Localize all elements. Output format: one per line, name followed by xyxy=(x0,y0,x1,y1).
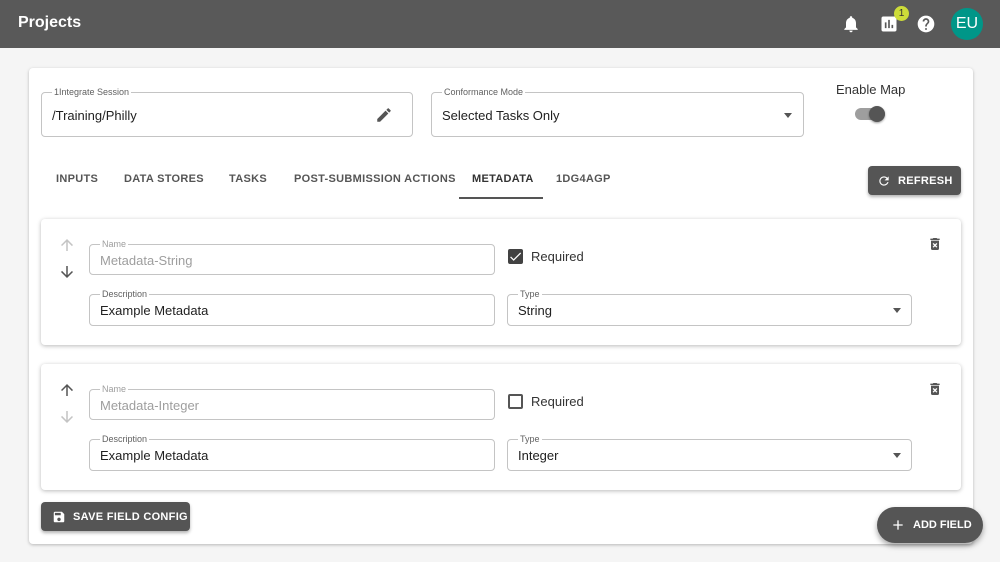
save-field-config-label: SAVE FIELD CONFIG xyxy=(73,510,188,523)
description-label: Description xyxy=(100,289,150,300)
refresh-icon xyxy=(879,175,889,186)
check-icon xyxy=(510,252,522,261)
description-field[interactable]: Description Example Metadata xyxy=(89,434,495,471)
name-value: Metadata-String xyxy=(100,253,193,268)
arrow-down-icon[interactable] xyxy=(58,263,76,281)
tab-inputs[interactable]: INPUTS xyxy=(56,173,98,185)
enable-map-toggle[interactable] xyxy=(855,105,887,123)
arrow-up-icon[interactable] xyxy=(58,381,76,399)
required-checkbox[interactable] xyxy=(508,394,523,409)
type-value: Integer xyxy=(518,448,559,463)
plus-icon xyxy=(893,520,903,530)
type-label: Type xyxy=(518,434,542,445)
metadata-field-card: Name Metadata-String Required Descriptio… xyxy=(41,219,961,345)
session-label: 1Integrate Session xyxy=(52,87,132,98)
enable-map-label: Enable Map xyxy=(836,82,906,97)
name-field: Name Metadata-String xyxy=(89,239,495,275)
type-select[interactable]: Type String xyxy=(507,289,912,326)
tab-1dg4agp[interactable]: 1DG4AGP xyxy=(556,173,611,185)
delete-icon[interactable] xyxy=(927,381,941,397)
session-field[interactable]: 1Integrate Session /Training/Philly xyxy=(41,87,413,137)
delete-icon[interactable] xyxy=(927,236,941,252)
tab-data-stores[interactable]: DATA STORES xyxy=(124,173,204,185)
chevron-down-icon xyxy=(893,308,901,313)
name-label: Name xyxy=(100,239,129,250)
chart-icon[interactable]: 1 xyxy=(877,6,909,36)
conformance-label: Conformance Mode xyxy=(442,87,526,98)
type-select[interactable]: Type Integer xyxy=(507,434,912,471)
help-icon[interactable] xyxy=(914,12,938,36)
tab-tasks[interactable]: TASKS xyxy=(229,173,267,185)
name-field: Name Metadata-Integer xyxy=(89,384,495,420)
conformance-value: Selected Tasks Only xyxy=(442,108,560,123)
add-field-button[interactable]: ADD FIELD xyxy=(877,507,983,543)
tab-metadata[interactable]: METADATA xyxy=(472,173,534,185)
add-field-label: ADD FIELD xyxy=(913,519,972,531)
required-checkbox[interactable] xyxy=(508,249,523,264)
notification-badge: 1 xyxy=(894,6,909,21)
bell-icon[interactable] xyxy=(839,12,863,36)
conformance-mode-select[interactable]: Conformance Mode Selected Tasks Only xyxy=(431,87,804,137)
tab-post-submission-actions[interactable]: POST-SUBMISSION ACTIONS xyxy=(294,173,456,185)
description-field[interactable]: Description Example Metadata xyxy=(89,289,495,326)
save-field-config-button[interactable]: SAVE FIELD CONFIG xyxy=(41,502,190,531)
toggle-thumb xyxy=(869,106,885,122)
app-bar: Projects 1 EU xyxy=(0,0,1000,48)
chevron-down-icon xyxy=(893,453,901,458)
chevron-down-icon xyxy=(784,113,792,118)
type-label: Type xyxy=(518,289,542,300)
avatar[interactable]: EU xyxy=(951,8,983,40)
name-label: Name xyxy=(100,384,129,395)
description-value: Example Metadata xyxy=(100,448,209,463)
type-value: String xyxy=(518,303,552,318)
pencil-icon[interactable] xyxy=(375,106,393,124)
refresh-label: REFRESH xyxy=(898,174,953,187)
arrow-down-icon xyxy=(58,408,76,426)
active-tab-indicator xyxy=(459,197,543,199)
description-value: Example Metadata xyxy=(100,303,209,318)
metadata-field-card: Name Metadata-Integer Required Descripti… xyxy=(41,364,961,490)
page-title: Projects xyxy=(18,14,82,31)
arrow-up-icon xyxy=(58,236,76,254)
save-icon xyxy=(53,511,65,522)
name-value: Metadata-Integer xyxy=(100,398,200,413)
required-label: Required xyxy=(531,249,584,264)
description-label: Description xyxy=(100,434,150,445)
refresh-button[interactable]: REFRESH xyxy=(868,166,961,195)
required-label: Required xyxy=(531,394,584,409)
session-value: /Training/Philly xyxy=(52,108,137,123)
